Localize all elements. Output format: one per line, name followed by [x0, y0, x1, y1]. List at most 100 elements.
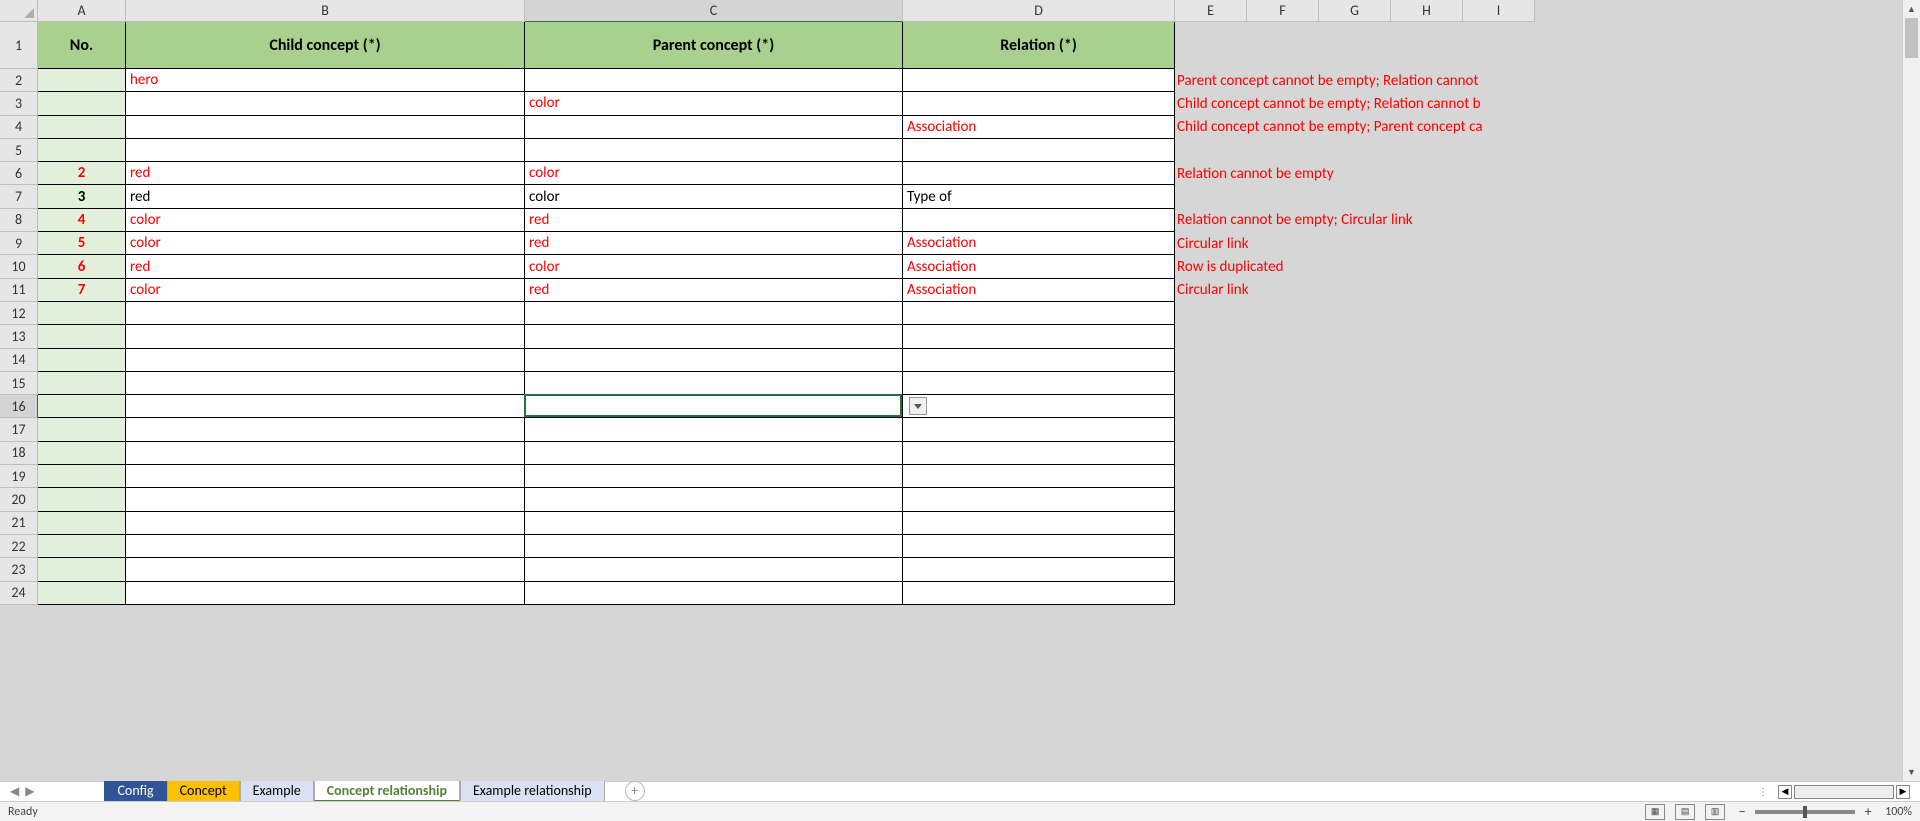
cell-blank[interactable]	[1391, 22, 1463, 69]
tab-prev-icon[interactable]: ◀	[10, 784, 19, 799]
cell-11-D[interactable]: Association	[903, 279, 1175, 302]
cell-14-D[interactable]	[903, 349, 1175, 372]
cell-10-A[interactable]: 6	[38, 255, 126, 278]
cell-7-D[interactable]: Type of	[903, 185, 1175, 208]
vertical-scrollbar[interactable]: ▲ ▼	[1902, 0, 1920, 781]
add-sheet-button[interactable]: +	[625, 781, 645, 801]
zoom-slider[interactable]: − +	[1735, 803, 1875, 820]
row-header-9[interactable]: 9	[0, 232, 38, 255]
cell-3-note[interactable]: Child concept cannot be empty; Relation …	[1175, 92, 1535, 115]
cell-blank[interactable]	[1319, 22, 1391, 69]
cell-10-note[interactable]: Row is duplicated	[1175, 255, 1535, 278]
horizontal-scrollbar[interactable]: ◀ ▶	[1778, 785, 1910, 799]
cell-11-note[interactable]: Circular link	[1175, 279, 1535, 302]
col-header-G[interactable]: G	[1319, 0, 1391, 22]
cell-10-C[interactable]: color	[525, 255, 903, 278]
cell-blank[interactable]	[1247, 22, 1319, 69]
cell-18-note[interactable]	[1175, 442, 1535, 465]
cell-8-A[interactable]: 4	[38, 209, 126, 232]
row-header-23[interactable]: 23	[0, 558, 38, 581]
cell-18-D[interactable]	[903, 442, 1175, 465]
row-header-14[interactable]: 14	[0, 349, 38, 372]
cell-13-D[interactable]	[903, 325, 1175, 348]
cell-18-B[interactable]	[126, 442, 525, 465]
cell-21-A[interactable]	[38, 512, 126, 535]
cell-20-A[interactable]	[38, 488, 126, 511]
cell-16-C[interactable]	[525, 395, 903, 418]
cell-23-A[interactable]	[38, 558, 126, 581]
cell-2-C[interactable]	[525, 69, 903, 92]
cell-17-A[interactable]	[38, 418, 126, 441]
header-child-concept[interactable]: Child concept (*)	[126, 22, 525, 69]
cell-22-B[interactable]	[126, 535, 525, 558]
zoom-track[interactable]	[1755, 810, 1855, 814]
cell-6-note[interactable]: Relation cannot be empty	[1175, 162, 1535, 185]
cell-9-D[interactable]: Association	[903, 232, 1175, 255]
row-header-3[interactable]: 3	[0, 92, 38, 115]
cell-14-A[interactable]	[38, 349, 126, 372]
cell-9-note[interactable]: Circular link	[1175, 232, 1535, 255]
scroll-down-button[interactable]: ▼	[1903, 763, 1920, 781]
row-header-2[interactable]: 2	[0, 69, 38, 92]
cell-14-B[interactable]	[126, 349, 525, 372]
col-header-B[interactable]: B	[126, 0, 525, 22]
row-header-7[interactable]: 7	[0, 185, 38, 208]
view-normal-button[interactable]: ▦	[1645, 804, 1665, 820]
cell-14-note[interactable]	[1175, 349, 1535, 372]
view-page-break-button[interactable]: ▥	[1705, 804, 1725, 820]
header-relation[interactable]: Relation (*)	[903, 22, 1175, 69]
cell-20-D[interactable]	[903, 488, 1175, 511]
cell-6-C[interactable]: color	[525, 162, 903, 185]
row-header-11[interactable]: 11	[0, 279, 38, 302]
row-header-8[interactable]: 8	[0, 209, 38, 232]
cell-22-A[interactable]	[38, 535, 126, 558]
tab-concept[interactable]: Concept	[167, 781, 240, 803]
zoom-out-button[interactable]: −	[1735, 803, 1749, 820]
row-header-24[interactable]: 24	[0, 582, 38, 605]
cell-13-note[interactable]	[1175, 325, 1535, 348]
cell-12-B[interactable]	[126, 302, 525, 325]
cell-15-D[interactable]	[903, 372, 1175, 395]
cell-11-A[interactable]: 7	[38, 279, 126, 302]
cell-18-C[interactable]	[525, 442, 903, 465]
cell-2-B[interactable]: hero	[126, 69, 525, 92]
row-header-20[interactable]: 20	[0, 488, 38, 511]
tab-example[interactable]: Example	[240, 781, 314, 803]
cell-5-C[interactable]	[525, 139, 903, 162]
row-header-16[interactable]: 16	[0, 395, 38, 418]
cell-5-B[interactable]	[126, 139, 525, 162]
row-header-22[interactable]: 22	[0, 535, 38, 558]
cell-15-B[interactable]	[126, 372, 525, 395]
cell-20-C[interactable]	[525, 488, 903, 511]
col-header-H[interactable]: H	[1391, 0, 1463, 22]
tab-example-relationship[interactable]: Example relationship	[460, 781, 605, 803]
cell-13-B[interactable]	[126, 325, 525, 348]
cell-4-B[interactable]	[126, 116, 525, 139]
cell-blank[interactable]	[1463, 22, 1535, 69]
cell-19-B[interactable]	[126, 465, 525, 488]
cell-4-note[interactable]: Child concept cannot be empty; Parent co…	[1175, 116, 1535, 139]
cell-12-D[interactable]	[903, 302, 1175, 325]
cell-15-note[interactable]	[1175, 372, 1535, 395]
cell-7-B[interactable]: red	[126, 185, 525, 208]
scroll-thumb[interactable]	[1905, 18, 1918, 58]
cell-7-C[interactable]: color	[525, 185, 903, 208]
cell-23-B[interactable]	[126, 558, 525, 581]
cell-17-note[interactable]	[1175, 418, 1535, 441]
cell-6-D[interactable]	[903, 162, 1175, 185]
view-page-layout-button[interactable]: ▤	[1675, 804, 1695, 820]
cell-4-A[interactable]	[38, 116, 126, 139]
cell-8-D[interactable]	[903, 209, 1175, 232]
cell-3-B[interactable]	[126, 92, 525, 115]
cell-21-D[interactable]	[903, 512, 1175, 535]
cell-22-note[interactable]	[1175, 535, 1535, 558]
tab-config[interactable]: Config	[104, 781, 166, 803]
cell-19-D[interactable]	[903, 465, 1175, 488]
cell-10-D[interactable]: Association	[903, 255, 1175, 278]
cell-3-D[interactable]	[903, 92, 1175, 115]
cell-2-A[interactable]	[38, 69, 126, 92]
cell-9-C[interactable]: red	[525, 232, 903, 255]
cell-17-C[interactable]	[525, 418, 903, 441]
cell-12-note[interactable]	[1175, 302, 1535, 325]
cell-16-A[interactable]	[38, 395, 126, 418]
